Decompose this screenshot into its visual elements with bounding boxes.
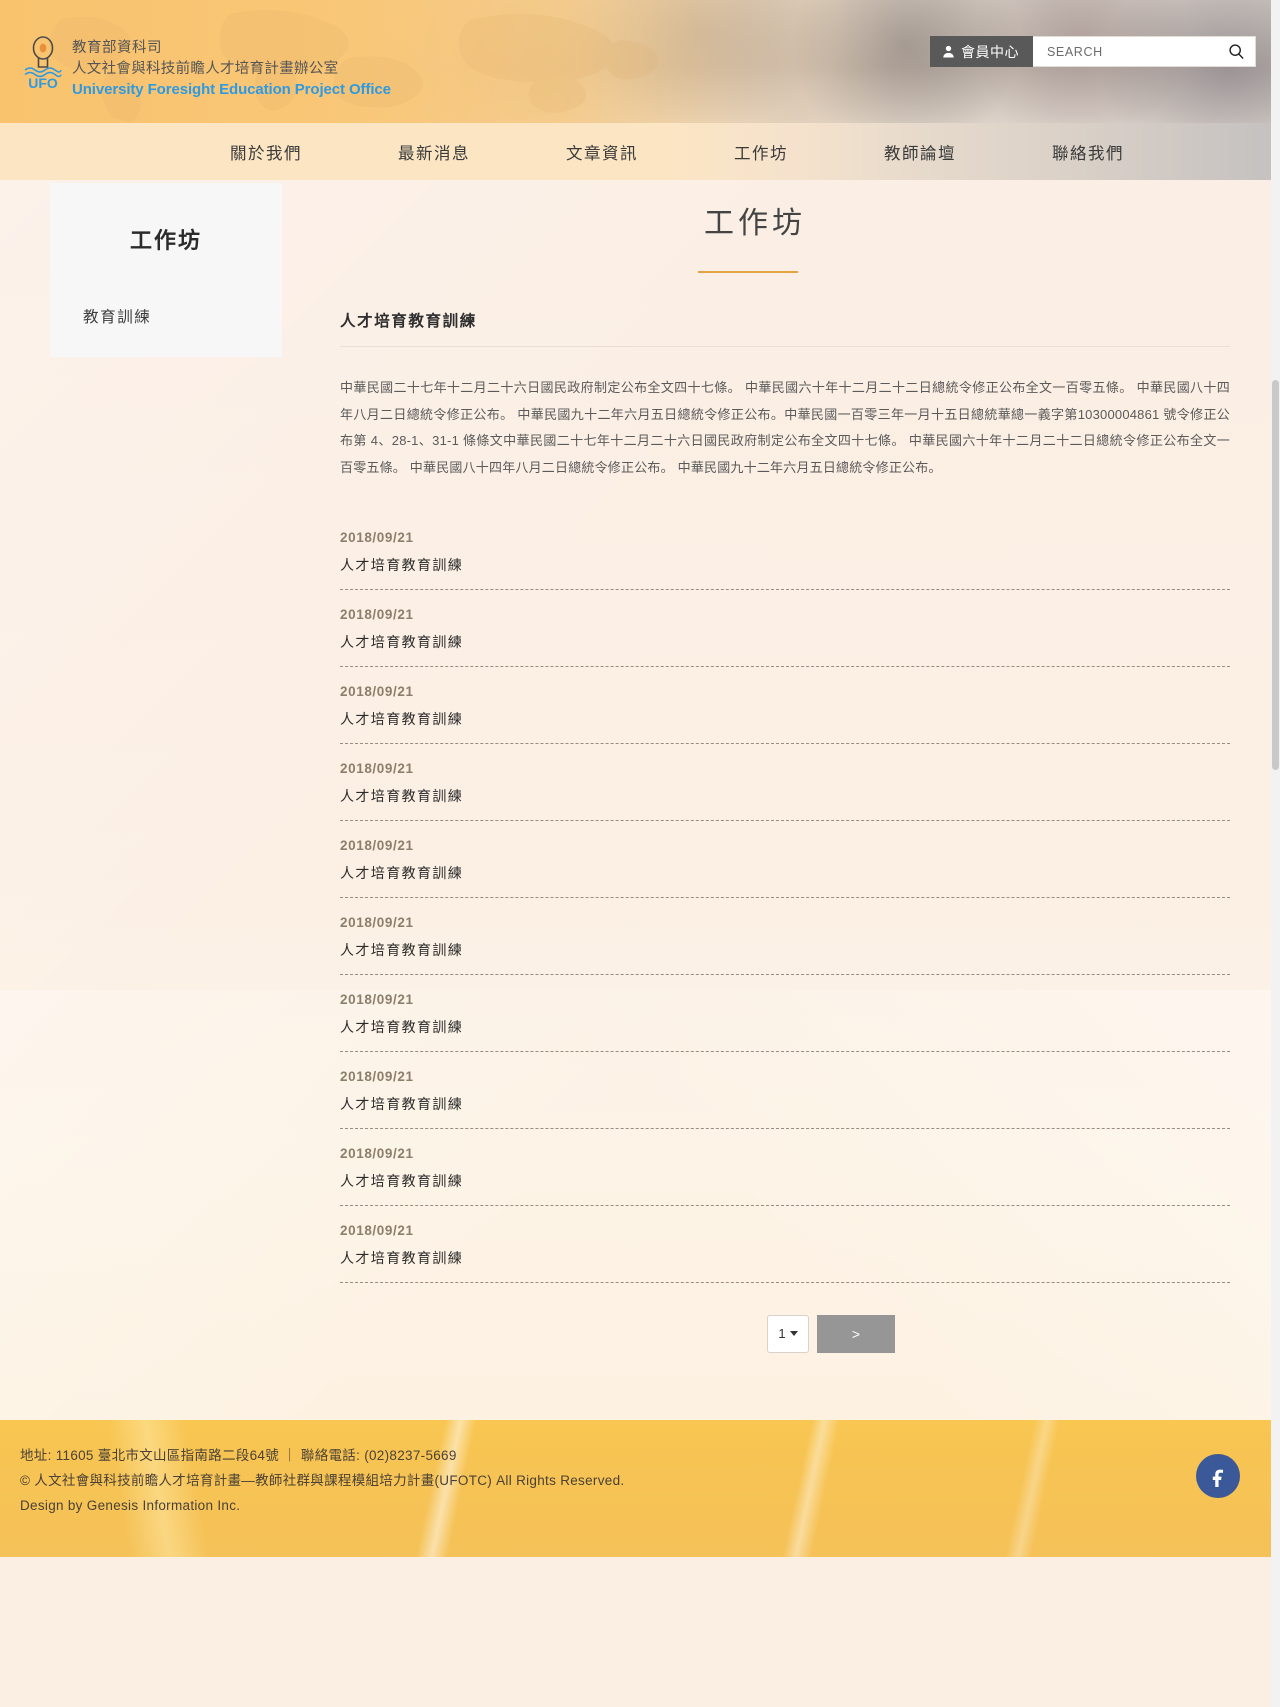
list-item-title: 人才培育教育訓練 (340, 633, 464, 650)
member-center-button[interactable]: 會員中心 (930, 36, 1033, 67)
list-item-date: 2018/09/21 (340, 991, 414, 1007)
scrollbar-thumb[interactable] (1272, 380, 1279, 770)
list-item[interactable]: 2018/09/21 人才培育教育訓練 (340, 992, 1230, 1052)
chevron-down-icon (789, 1331, 798, 1337)
site-footer: 地址: 11605 臺北市文山區指南路二段64號 ｜ 聯絡電話: (02)823… (0, 1420, 1280, 1557)
list-item-title: 人才培育教育訓練 (340, 864, 464, 881)
page-scrollbar[interactable] (1271, 0, 1280, 1707)
nav-item-workshop[interactable]: 工作坊 (712, 140, 810, 164)
page-select[interactable]: 1 (767, 1314, 809, 1353)
facebook-icon[interactable] (1196, 1454, 1240, 1498)
member-center-label: 會員中心 (961, 43, 1019, 60)
sidebar: 工作坊 教育訓練 (50, 183, 282, 357)
svg-text:UFO: UFO (28, 75, 58, 90)
list-item[interactable]: 2018/09/21 人才培育教育訓練 (340, 915, 1230, 975)
nav-item-forum[interactable]: 教師論壇 (862, 140, 978, 164)
site-header: UFO 教育部資科司 人文社會與科技前瞻人才培育計畫辦公室 University… (0, 0, 1280, 123)
list-item-date: 2018/09/21 (340, 914, 414, 930)
search-input[interactable] (1047, 44, 1228, 59)
workshop-list: 2018/09/21 人才培育教育訓練 2018/09/21 人才培育教育訓練 … (340, 530, 1230, 1283)
header-utilities: 會員中心 (930, 36, 1256, 67)
list-item-title: 人才培育教育訓練 (340, 1172, 464, 1189)
section-divider (340, 346, 1230, 347)
page-select-value: 1 (778, 1326, 786, 1342)
footer-copyright: © 人文社會與科技前瞻人才培育計畫—教師社群與課程模組培力計畫(UFOTC) A… (20, 1472, 625, 1488)
list-item-date: 2018/09/21 (340, 837, 414, 853)
footer-credit: Design by Genesis Information Inc. (20, 1497, 241, 1513)
sidebar-item-training[interactable]: 教育訓練 (50, 299, 282, 333)
list-item-date: 2018/09/21 (340, 683, 414, 699)
list-item[interactable]: 2018/09/21 人才培育教育訓練 (340, 684, 1230, 744)
title-underline (698, 271, 798, 273)
list-item-title: 人才培育教育訓練 (340, 941, 464, 958)
footer-address: 地址: 11605 臺北市文山區指南路二段64號 ｜ 聯絡電話: (02)823… (20, 1448, 457, 1463)
next-page-label: > (851, 1325, 861, 1342)
list-item[interactable]: 2018/09/21 人才培育教育訓練 (340, 1069, 1230, 1129)
page-body: 工作坊 教育訓練 工作坊 人才培育教育訓練 中華民國二十七年十二月二十六日國民政… (0, 180, 1280, 1420)
sidebar-title: 工作坊 (129, 228, 202, 253)
list-item-date: 2018/09/21 (340, 529, 414, 545)
logo-line-1: 教育部資科司 (72, 40, 162, 56)
list-item-date: 2018/09/21 (340, 1068, 414, 1084)
main-content: 工作坊 人才培育教育訓練 中華民國二十七年十二月二十六日國民政府制定公布全文四十… (282, 180, 1230, 1353)
next-page-button[interactable]: > (817, 1314, 895, 1353)
list-item-title: 人才培育教育訓練 (340, 710, 464, 727)
section-heading: 人才培育教育訓練 (340, 313, 477, 330)
list-item[interactable]: 2018/09/21 人才培育教育訓練 (340, 607, 1230, 667)
list-item-date: 2018/09/21 (340, 1222, 414, 1238)
site-logo[interactable]: UFO 教育部資科司 人文社會與科技前瞻人才培育計畫辦公室 University… (22, 36, 391, 100)
list-item-title: 人才培育教育訓練 (340, 787, 464, 804)
ufo-logo-icon: UFO (22, 36, 64, 91)
list-item-title: 人才培育教育訓練 (340, 556, 464, 573)
list-item-date: 2018/09/21 (340, 760, 414, 776)
pagination: 1 > (340, 1314, 1230, 1353)
list-item-title: 人才培育教育訓練 (340, 1249, 464, 1266)
list-item[interactable]: 2018/09/21 人才培育教育訓練 (340, 838, 1230, 898)
nav-item-news[interactable]: 最新消息 (376, 140, 492, 164)
nav-item-about[interactable]: 關於我們 (208, 140, 324, 164)
nav-item-contact[interactable]: 聯絡我們 (1030, 140, 1146, 164)
main-navigation: 關於我們 最新消息 文章資訊 工作坊 教師論壇 聯絡我們 (0, 123, 1280, 180)
intro-paragraph: 中華民國二十七年十二月二十六日國民政府制定公布全文四十七條。 中華民國六十年十二… (340, 380, 1230, 475)
list-item-date: 2018/09/21 (340, 1145, 414, 1161)
list-item[interactable]: 2018/09/21 人才培育教育訓練 (340, 530, 1230, 590)
list-item[interactable]: 2018/09/21 人才培育教育訓練 (340, 761, 1230, 821)
list-item[interactable]: 2018/09/21 人才培育教育訓練 (340, 1223, 1230, 1283)
list-item-date: 2018/09/21 (340, 606, 414, 622)
list-item-title: 人才培育教育訓練 (340, 1018, 464, 1035)
nav-item-articles[interactable]: 文章資訊 (544, 140, 660, 164)
logo-line-2: 人文社會與科技前瞻人才培育計畫辦公室 (72, 61, 339, 78)
page-title: 工作坊 (704, 207, 806, 240)
list-item[interactable]: 2018/09/21 人才培育教育訓練 (340, 1146, 1230, 1206)
list-item-title: 人才培育教育訓練 (340, 1095, 464, 1112)
search-icon[interactable] (1228, 43, 1245, 60)
logo-line-3: University Foresight Education Project O… (72, 81, 391, 99)
search-box (1033, 36, 1256, 67)
user-icon (942, 45, 955, 58)
